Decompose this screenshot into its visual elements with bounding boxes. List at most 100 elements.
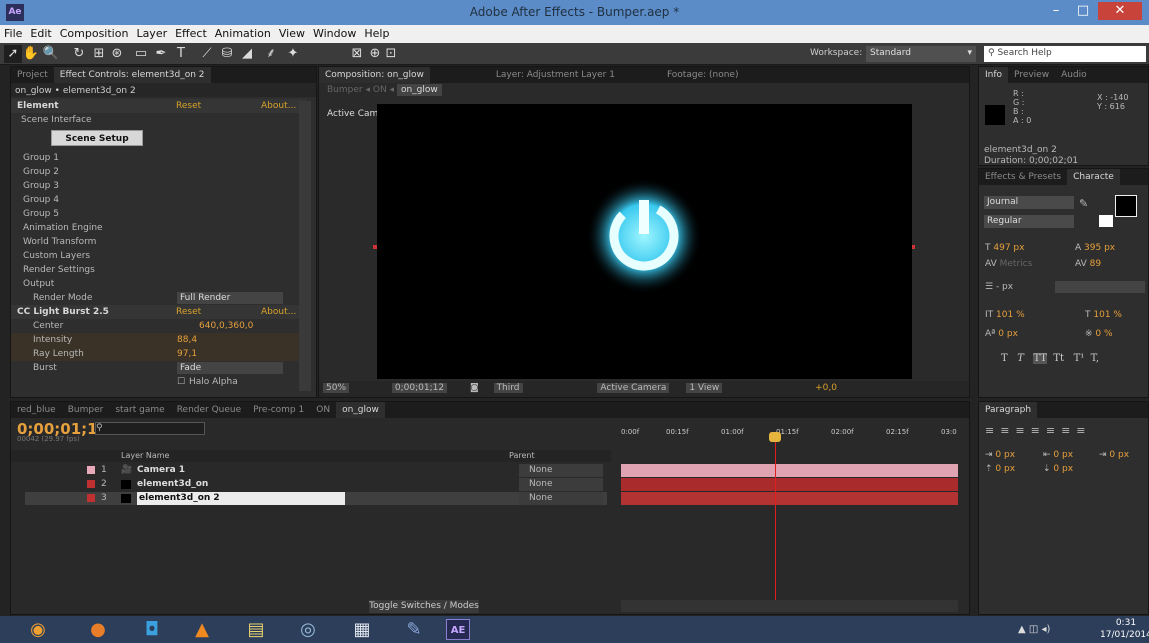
view-axis-mode-icon[interactable]: ⊡ <box>382 45 400 63</box>
small-caps-button[interactable]: Tt <box>1053 353 1064 364</box>
layer-name[interactable]: element3d_on <box>137 478 208 491</box>
group-4[interactable]: Group 4 <box>11 193 307 207</box>
superscript-button[interactable]: T¹ <box>1074 353 1085 364</box>
tab-layer[interactable]: Layer: Adjustment Layer 1 <box>490 67 621 83</box>
menu-edit[interactable]: Edit <box>26 25 55 42</box>
tab-on-glow[interactable]: on_glow <box>336 402 385 418</box>
clock[interactable]: 0:31 17/01/2014 <box>1100 617 1149 641</box>
current-time-display[interactable]: 0;00;01;12 <box>391 383 448 393</box>
menu-effect[interactable]: Effect <box>171 25 211 42</box>
horizontal-scale-value[interactable]: 101 % <box>1093 310 1122 320</box>
render-mode-select[interactable]: Full Render <box>177 292 283 304</box>
tab-bumper[interactable]: Bumper <box>62 402 110 418</box>
animation-engine-group[interactable]: Animation Engine <box>11 221 307 235</box>
vlc-icon[interactable]: ▲ <box>182 616 222 643</box>
exposure-value[interactable]: +0,0 <box>815 383 837 393</box>
col-parent[interactable]: Parent <box>509 450 535 462</box>
selection-tool-icon[interactable]: ➚ <box>4 45 22 63</box>
layer-row-3[interactable]: 3 element3d_on 2 None <box>25 492 607 505</box>
indent-left-value[interactable]: 0 px <box>995 450 1015 460</box>
layer-bar-element3d-on[interactable] <box>621 478 958 491</box>
local-axis-mode-icon[interactable]: ⊠ <box>348 45 366 63</box>
layer-name[interactable]: Camera 1 <box>137 464 185 477</box>
tab-info[interactable]: Info <box>979 67 1009 83</box>
brush-tool-icon[interactable]: ⟋ <box>198 45 216 63</box>
pan-behind-tool-icon[interactable]: ⊛ <box>108 45 126 63</box>
search-help-input[interactable]: ⚲ Search Help <box>984 46 1146 62</box>
nav-on[interactable]: ON <box>373 85 387 95</box>
toggle-switches-modes-button[interactable]: Toggle Switches / Modes <box>369 600 479 613</box>
effect-element-reset[interactable]: Reset <box>176 99 201 113</box>
effect-light-burst-header[interactable]: CC Light Burst 2.5 Reset About... <box>11 305 307 319</box>
tab-footage[interactable]: Footage: (none) <box>661 67 745 83</box>
tab-red-blue[interactable]: red_blue <box>11 402 62 418</box>
world-transform-group[interactable]: World Transform <box>11 235 307 249</box>
tab-character[interactable]: Characte <box>1067 169 1120 185</box>
resolution-select[interactable]: Third <box>493 383 523 393</box>
menu-view[interactable]: View <box>275 25 309 42</box>
font-family-select[interactable]: Journal <box>984 196 1074 209</box>
effect-light-burst-reset[interactable]: Reset <box>176 305 201 319</box>
parent-select[interactable]: None <box>519 492 603 505</box>
tracking-value[interactable]: 89 <box>1090 259 1101 269</box>
halo-alpha-checkbox[interactable]: ☐ <box>177 375 185 389</box>
tab-preview[interactable]: Preview <box>1008 67 1055 83</box>
center-value[interactable]: 640,0,360,0 <box>199 319 253 333</box>
calendar-app-icon[interactable]: ▦ <box>342 616 382 643</box>
tab-on[interactable]: ON <box>310 402 336 418</box>
group-3[interactable]: Group 3 <box>11 179 307 193</box>
composition-viewer[interactable] <box>377 104 912 379</box>
indent-right-value[interactable]: 0 px <box>1053 450 1073 460</box>
vertical-scale-value[interactable]: 101 % <box>996 310 1025 320</box>
camera-orbit-tool-icon[interactable]: ⊞ <box>90 45 108 63</box>
menu-layer[interactable]: Layer <box>132 25 171 42</box>
paint-icon[interactable]: ✎ <box>394 616 434 643</box>
firefox-icon[interactable]: ● <box>78 616 118 643</box>
layer-row-1[interactable]: 1 🎥 Camera 1 None <box>25 464 607 477</box>
group-2[interactable]: Group 2 <box>11 165 307 179</box>
chrome-icon[interactable]: ◉ <box>18 616 58 643</box>
tab-effects-presets[interactable]: Effects & Presets <box>979 169 1067 185</box>
parent-select[interactable]: None <box>519 478 603 491</box>
file-explorer-icon[interactable]: ▤ <box>236 616 276 643</box>
after-effects-taskbar-icon[interactable]: AE <box>446 619 470 640</box>
faux-italic-button[interactable]: T <box>1017 353 1024 364</box>
timeline-search-input[interactable]: ⚲ <box>95 422 205 435</box>
pen-tool-icon[interactable]: ✒ <box>152 45 170 63</box>
layer-bar-camera-1[interactable] <box>621 464 958 477</box>
ray-length-value[interactable]: 97,1 <box>177 347 197 361</box>
stroke-type-select[interactable] <box>1055 281 1145 293</box>
custom-layers-group[interactable]: Custom Layers <box>11 249 307 263</box>
nav-bumper[interactable]: Bumper <box>327 85 363 95</box>
layer-name-edit-field[interactable]: element3d_on 2 <box>137 492 345 505</box>
effect-element-about[interactable]: About... <box>261 99 296 113</box>
tab-composition[interactable]: Composition: on_glow <box>319 67 430 83</box>
layer-label-color[interactable] <box>87 494 95 502</box>
tab-effect-controls[interactable]: Effect Controls: element3d_on 2 <box>53 67 211 83</box>
stroke-color-swatch[interactable] <box>1099 215 1113 227</box>
minimize-button[interactable]: – <box>1043 2 1069 20</box>
faux-bold-button[interactable]: T <box>1001 353 1008 364</box>
burst-select[interactable]: Fade <box>177 362 283 374</box>
clone-stamp-tool-icon[interactable]: ⛁ <box>218 45 236 63</box>
group-5[interactable]: Group 5 <box>11 207 307 221</box>
current-time-indicator[interactable] <box>775 432 776 602</box>
playhead-handle[interactable] <box>769 432 781 442</box>
view-layout-select[interactable]: 1 View <box>686 383 723 393</box>
hand-tool-icon[interactable]: ✋ <box>22 45 40 63</box>
scene-interface-group[interactable]: Scene Interface <box>11 113 307 127</box>
output-group[interactable]: Output <box>11 277 307 291</box>
rectangle-tool-icon[interactable]: ▭ <box>132 45 150 63</box>
tab-paragraph[interactable]: Paragraph <box>979 402 1038 418</box>
tab-project[interactable]: Project <box>11 67 54 83</box>
parent-select[interactable]: None <box>519 464 603 477</box>
tab-render-queue[interactable]: Render Queue <box>171 402 247 418</box>
media-player-icon[interactable]: ◎ <box>288 616 328 643</box>
eraser-tool-icon[interactable]: ◢ <box>238 45 256 63</box>
scene-setup-button[interactable]: Scene Setup <box>51 130 143 146</box>
layer-bar-element3d-on-2[interactable] <box>621 492 958 505</box>
view-select[interactable]: Active Camera <box>597 383 670 393</box>
alignment-buttons[interactable]: ≡≡≡≡≡≡≡ <box>985 424 1092 437</box>
workspace-select[interactable]: Standard ▾ <box>866 46 976 62</box>
rotate-tool-icon[interactable]: ↻ <box>70 45 88 63</box>
